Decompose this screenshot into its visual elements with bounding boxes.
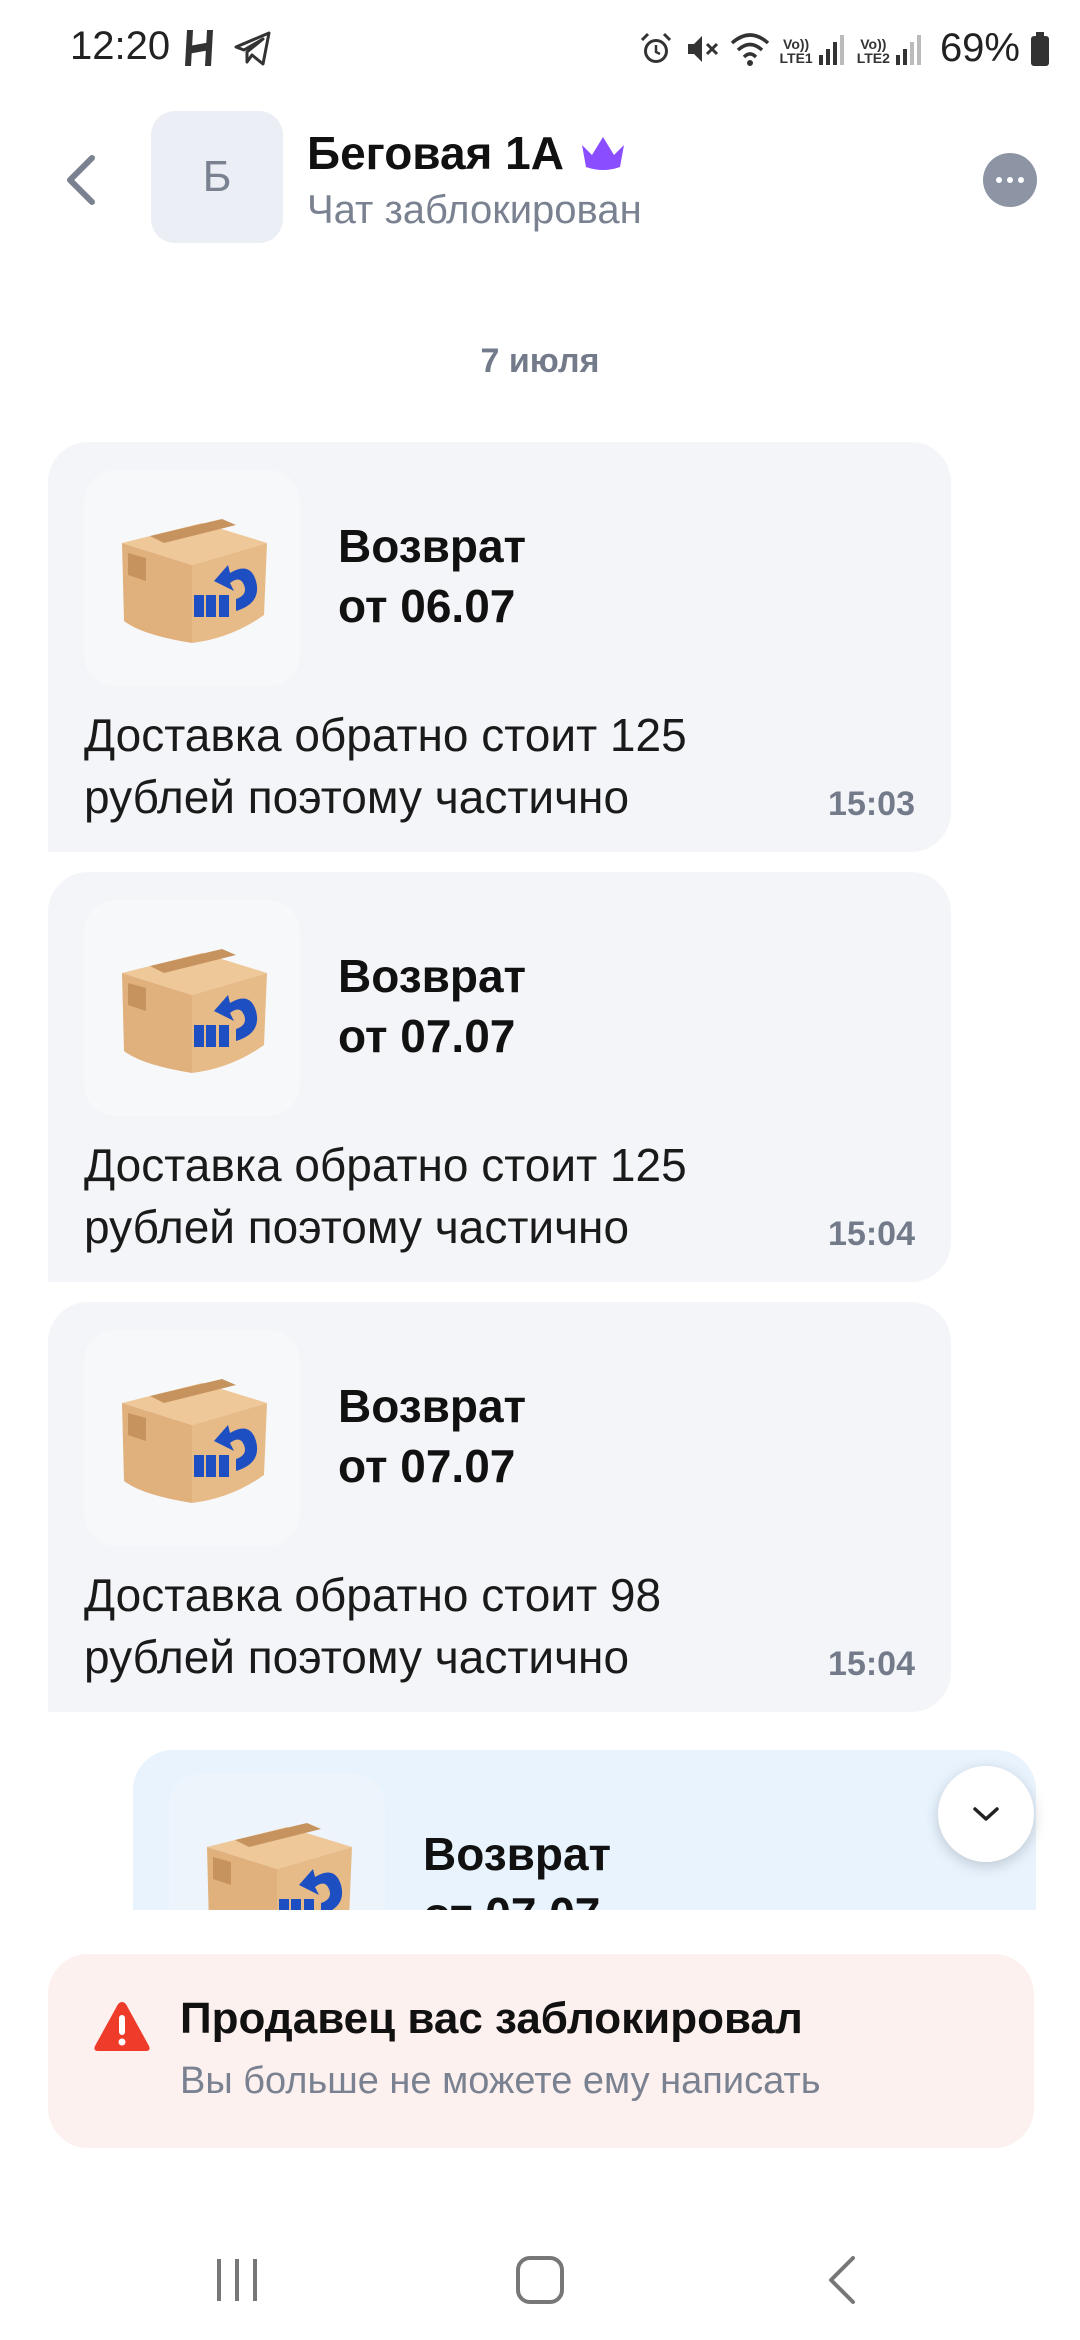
- scroll-to-bottom-button[interactable]: [938, 1766, 1034, 1862]
- message-title-line1: Возврат: [338, 1380, 527, 1432]
- message-title: Возврат от 06.07: [338, 516, 526, 636]
- message-title-line1: Возврат: [338, 520, 527, 572]
- more-dot: [996, 177, 1002, 183]
- h-logo-icon: [185, 30, 213, 66]
- return-thumbnail[interactable]: [84, 470, 300, 686]
- signal-lte2-icon: Vo)) LTE2: [857, 33, 924, 65]
- signal-lte1-icon: Vo)) LTE1: [780, 33, 847, 65]
- message-time: 15:04: [828, 1645, 915, 1683]
- back-button[interactable]: [52, 150, 112, 210]
- message-title-line2: от 07.07: [338, 1440, 516, 1492]
- message-title: Возврат от 07.07: [423, 1824, 611, 1910]
- date-separator: 7 июля: [480, 342, 600, 380]
- status-left-icons: [183, 28, 273, 68]
- return-thumbnail[interactable]: [84, 900, 300, 1116]
- mute-icon: [687, 35, 718, 62]
- home-button[interactable]: [500, 2240, 580, 2320]
- chat-title-row[interactable]: Беговая 1А: [307, 126, 628, 180]
- wifi-icon: [730, 32, 769, 66]
- message-text-line1: Доставка обратно стоит 125: [84, 709, 687, 761]
- battery-percent: 69%: [939, 26, 1020, 70]
- message-text-line2: рублей поэтому частично: [84, 1631, 630, 1683]
- message-text: Доставка обратно стоит 98 рублей поэтому…: [84, 1564, 844, 1688]
- message-bubble[interactable]: Возврат от 07.07 Доставка обратно стоит …: [48, 1302, 951, 1712]
- chevron-left-icon: [67, 155, 95, 205]
- blocked-banner: Продавец вас заблокировал Вы больше не м…: [48, 1954, 1034, 2148]
- message-text-line2: рублей поэтому частично: [84, 771, 630, 823]
- chat-subtitle: Чат заблокирован: [307, 188, 642, 232]
- message-time: 15:04: [828, 1215, 915, 1253]
- more-dot: [1007, 177, 1013, 183]
- message-time: 15:03: [828, 785, 915, 823]
- chat-title: Беговая 1А: [307, 127, 564, 179]
- telegram-icon: [234, 31, 271, 66]
- lte1-label-top: Vo)): [783, 35, 810, 52]
- blocked-title: Продавец вас заблокировал: [180, 1994, 803, 2043]
- back-icon: [829, 2256, 855, 2304]
- message-title-line2: от 07.07: [423, 1884, 611, 1910]
- message-title-line1: Возврат: [338, 950, 527, 1002]
- more-dot: [1018, 177, 1024, 183]
- message-title: Возврат от 07.07: [338, 946, 526, 1066]
- avatar[interactable]: Б: [151, 111, 283, 243]
- message-bubble[interactable]: Возврат от 06.07 Доставка обратно стоит …: [48, 442, 951, 852]
- message-text-line1: Доставка обратно стоит 98: [84, 1569, 662, 1621]
- message-text-line2: рублей поэтому частично: [84, 1201, 630, 1253]
- return-box-icon: [122, 949, 267, 1073]
- warning-icon: [94, 2002, 150, 2051]
- chevron-down-icon: [973, 1807, 999, 1821]
- more-options-button[interactable]: [983, 153, 1037, 207]
- return-box-icon: [122, 519, 267, 643]
- outgoing-message-bubble[interactable]: Возврат от 07.07: [133, 1750, 1036, 1910]
- status-right-icons: Vo)) LTE1 Vo)) LTE2 69%: [638, 26, 1050, 71]
- system-back-button[interactable]: [803, 2240, 883, 2320]
- crown-icon: [581, 137, 624, 170]
- lte1-label-bottom: LTE1: [779, 49, 813, 66]
- battery-icon: [1031, 31, 1049, 66]
- lte2-label-bottom: LTE2: [856, 49, 890, 66]
- lte2-label-top: Vo)): [860, 35, 887, 52]
- return-box-icon: [122, 1379, 267, 1503]
- screen: 12:20 Vo)) LTE1 Vo)) LTE2 69% Б Беговая …: [0, 0, 1080, 2340]
- system-nav-bar: [0, 2210, 1080, 2340]
- message-text: Доставка обратно стоит 125 рублей поэтом…: [84, 704, 844, 828]
- alarm-icon: [640, 32, 671, 63]
- return-box-icon: [207, 1823, 352, 1910]
- recent-apps-button[interactable]: [197, 2240, 277, 2320]
- home-icon: [516, 2256, 564, 2304]
- blocked-text: Вы больше не можете ему написать: [180, 2060, 821, 2102]
- message-text-line1: Доставка обратно стоит 125: [84, 1139, 687, 1191]
- chat-header: Б Беговая 1А Чат заблокирован: [0, 100, 1080, 260]
- message-title-line2: от 07.07: [338, 1010, 516, 1062]
- message-text: Доставка обратно стоит 125 рублей поэтом…: [84, 1134, 844, 1258]
- status-bar: 12:20 Vo)) LTE1 Vo)) LTE2 69%: [0, 0, 1080, 100]
- status-time: 12:20: [70, 24, 171, 68]
- message-title: Возврат от 07.07: [338, 1376, 526, 1496]
- message-title-line1: Возврат: [423, 1828, 612, 1880]
- return-thumbnail[interactable]: [169, 1774, 385, 1910]
- message-bubble[interactable]: Возврат от 07.07 Доставка обратно стоит …: [48, 872, 951, 1282]
- recent-apps-icon: [217, 2259, 257, 2301]
- return-thumbnail[interactable]: [84, 1330, 300, 1546]
- message-title-line2: от 06.07: [338, 580, 516, 632]
